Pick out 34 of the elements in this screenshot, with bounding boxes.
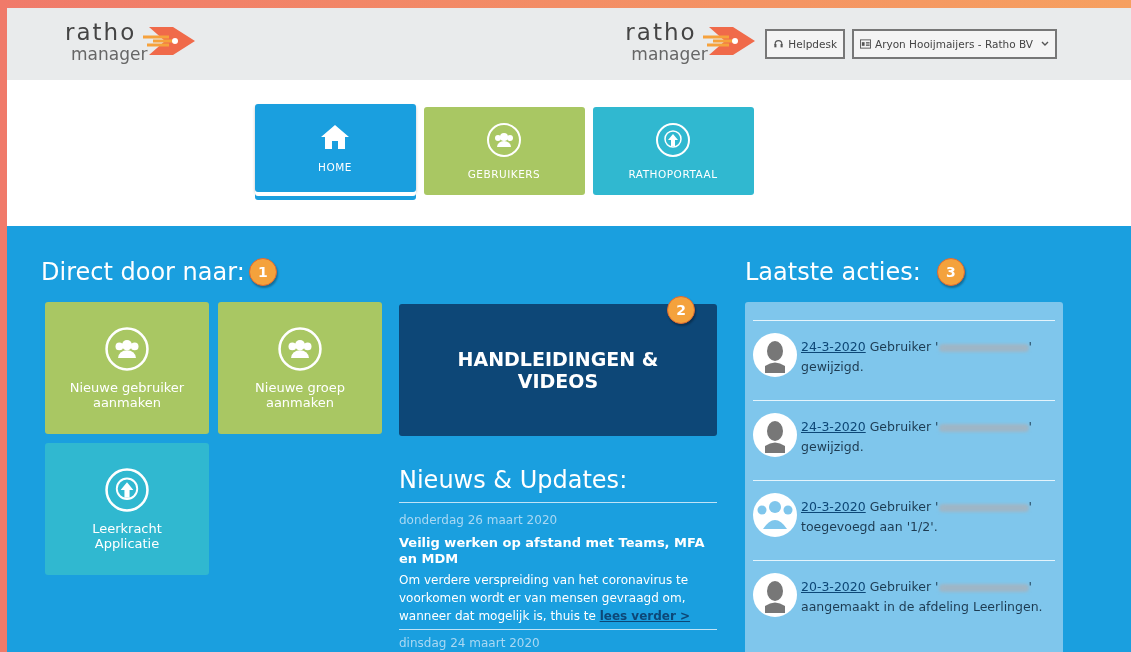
account-dropdown[interactable]: Aryon Hooijmaijers - Ratho BV <box>852 29 1057 59</box>
number-badge: 2 <box>667 296 695 324</box>
section-title: Laatste acties: <box>745 258 921 286</box>
date-link[interactable]: 24-3-2020 <box>801 419 866 434</box>
date-link[interactable]: 24-3-2020 <box>801 339 866 354</box>
avatar-silhouette-icon <box>753 413 797 457</box>
news-date: dinsdag 24 maart 2020 <box>399 636 541 650</box>
read-more-link[interactable]: lees verder > <box>599 609 691 623</box>
date-link[interactable]: 20-3-2020 <box>801 499 866 514</box>
users-icon <box>277 326 323 372</box>
home-icon <box>319 123 351 151</box>
action-text: 20-3-2020 Gebruiker ' ' toegevoegd aan '1/2'. <box>801 498 1033 536</box>
logo[interactable]: ratho manager <box>65 19 205 69</box>
avatar-silhouette-icon <box>753 573 797 617</box>
action-text: 20-3-2020 Gebruiker ' ' aangemaakt in de afdeling Leerlingen. <box>801 578 1044 616</box>
number-badge: 1 <box>248 258 277 286</box>
news-date: donderdag 26 maart 2020 <box>399 513 559 527</box>
date-link[interactable]: 20-3-2020 <box>801 579 866 594</box>
group-avatar-icon <box>753 493 797 537</box>
action-text: 24-3-2020 Gebruiker ' ' gewijzigd. <box>801 338 1033 376</box>
caret-icon <box>1041 41 1049 47</box>
id-card-icon <box>860 39 871 49</box>
news-text: Om verdere verspreiding van het coronavirus te voorkomen wordt er van mensen gevraagd om, wanneer dat mogelijk is, thuis te lees verder > <box>399 572 692 625</box>
logo[interactable]: ratho manager <box>625 19 766 69</box>
avatar-silhouette-icon <box>753 333 797 377</box>
users-icon <box>486 122 522 158</box>
headset-icon <box>773 39 785 49</box>
section-title: Direct door naar: <box>41 258 245 286</box>
helpdesk-button[interactable]: Helpdesk <box>765 29 845 59</box>
number-badge: 3 <box>936 258 965 286</box>
section-title: Nieuws & Updates: <box>399 466 717 503</box>
action-text: 24-3-2020 Gebruiker ' ' gewijzigd. <box>801 418 1033 456</box>
news-title: Veilig werken op afstand met Teams, MFA en MDM <box>399 535 706 567</box>
users-icon <box>104 326 150 372</box>
